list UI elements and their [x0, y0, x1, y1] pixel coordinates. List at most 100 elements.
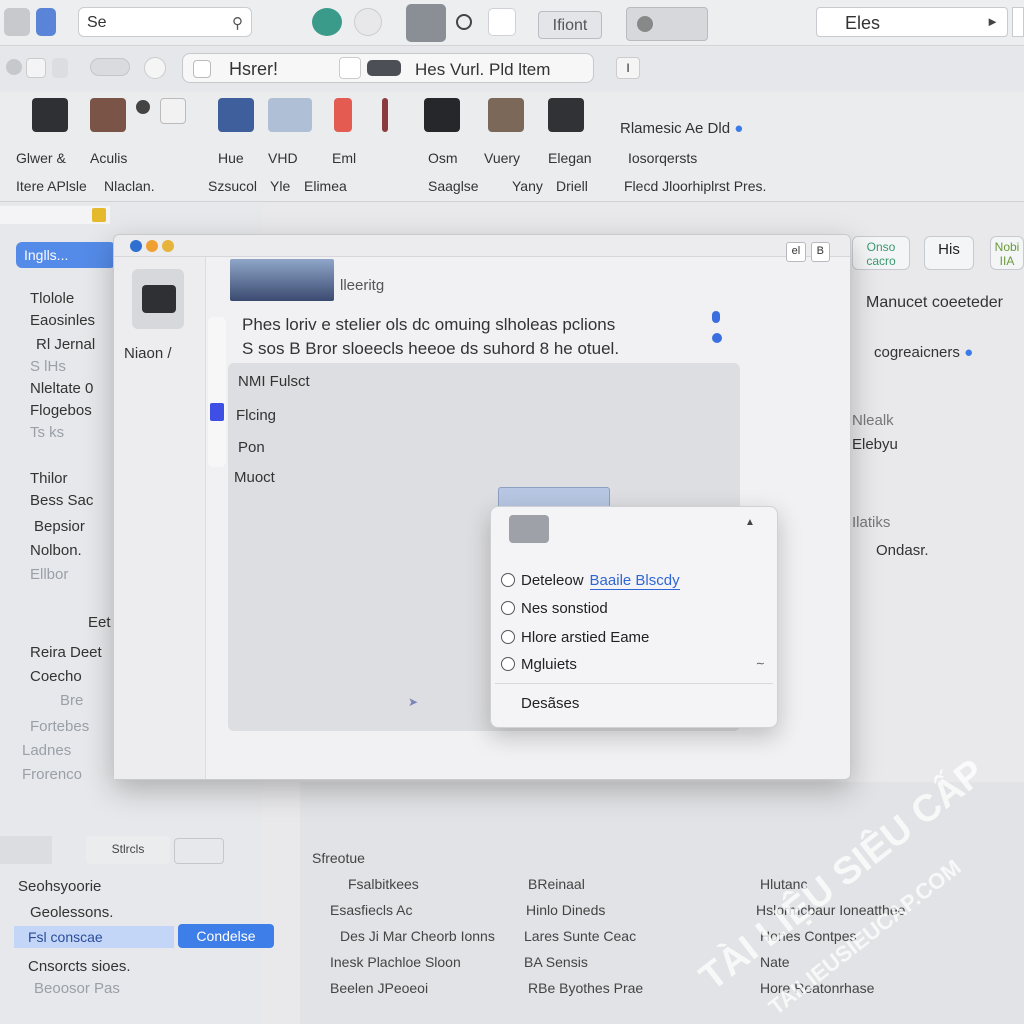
- popover-link[interactable]: Baaile Blscdy: [589, 572, 680, 590]
- folder-icon[interactable]: [218, 98, 254, 132]
- sidebar-bottom-item[interactable]: Seohsyoorie: [18, 878, 101, 895]
- ribbon-sublabel-1: Itere APlsle: [16, 178, 87, 194]
- right-panel-item[interactable]: Ilatiks: [852, 514, 890, 531]
- device-icon[interactable]: [548, 98, 584, 132]
- sidebar-bottom-item[interactable]: Cnsorcts sioes.: [28, 958, 131, 975]
- popover-footer-item[interactable]: Desãses: [521, 695, 579, 712]
- right-panel-button-1[interactable]: Onso cacro: [852, 236, 910, 270]
- sidebar-item[interactable]: Reira Deet: [30, 644, 102, 661]
- bottom-cell[interactable]: Fsalbitkees: [348, 876, 419, 892]
- dialog-option-selected[interactable]: Flcing: [236, 407, 276, 424]
- white-app-icon[interactable]: [354, 8, 382, 36]
- person-icon: [637, 16, 653, 32]
- option-rail: [208, 317, 226, 467]
- dot-icon[interactable]: [136, 100, 150, 114]
- sidebar-item[interactable]: Eet: [88, 614, 111, 631]
- dialog-small-button-2[interactable]: B: [810, 242, 830, 262]
- right-panel-button-2[interactable]: His: [924, 236, 974, 270]
- sidebar-item[interactable]: Nleltate 0: [30, 380, 93, 397]
- window-icon[interactable]: [488, 8, 516, 36]
- search-input[interactable]: Se ⚲: [78, 7, 252, 37]
- sidebar-item[interactable]: Coecho: [30, 668, 82, 685]
- font-button[interactable]: Ifiont: [538, 11, 602, 39]
- popover-item[interactable]: Mgluiets: [501, 656, 577, 673]
- flag-icon[interactable]: [334, 98, 352, 132]
- bottom-cell[interactable]: Des Ji Mar Cheorb Ionns: [340, 928, 495, 944]
- sidebar-bottom-tab[interactable]: Stlrcls: [86, 836, 170, 864]
- ribbon-right-sub1: Iosorqersts: [628, 150, 698, 166]
- bottom-cell[interactable]: Lares Sunte Ceac: [524, 928, 636, 944]
- sidebar-item-selected[interactable]: Inglls...: [16, 242, 116, 268]
- toggle-icon[interactable]: [90, 58, 130, 76]
- user-avatar-icon[interactable]: [406, 4, 446, 42]
- pin-icon[interactable]: [382, 98, 388, 132]
- eject-icon[interactable]: ▲: [745, 517, 755, 528]
- shield-icon[interactable]: [144, 57, 166, 79]
- window-zoom-icon[interactable]: [162, 240, 174, 252]
- sidebar-item[interactable]: Bess Sac: [30, 492, 93, 509]
- back-icon[interactable]: [4, 8, 30, 36]
- ribbon-label-5: Eml: [332, 150, 357, 166]
- sidebar-bottom-selected[interactable]: Condelse: [178, 924, 274, 948]
- sidebar-item[interactable]: Ts ks: [30, 424, 64, 441]
- bottom-cell[interactable]: Hinlo Dineds: [526, 902, 605, 918]
- chart-icon[interactable]: [268, 98, 312, 132]
- sidebar-item[interactable]: Rl Jernal: [36, 336, 95, 353]
- dialog-option[interactable]: NMI Fulsct: [238, 373, 310, 390]
- sidebar-item[interactable]: Flogebos: [30, 402, 92, 419]
- sidebar-bottom-item[interactable]: Geolessons.: [30, 904, 113, 921]
- face-icon[interactable]: [456, 14, 472, 30]
- right-panel-item[interactable]: Elebyu: [852, 436, 898, 453]
- sidebar-item[interactable]: Frorenco: [22, 766, 82, 783]
- extra-button[interactable]: I: [616, 57, 640, 79]
- teal-app-icon[interactable]: [312, 8, 342, 36]
- box-icon[interactable]: [488, 98, 524, 132]
- bag-icon[interactable]: [90, 98, 126, 132]
- right-panel-button-3[interactable]: Nobi IIA: [990, 236, 1024, 270]
- profile-button[interactable]: [626, 7, 708, 41]
- bottom-cell[interactable]: RBe Byothes Prae: [528, 980, 643, 996]
- sidebar-item[interactable]: Nolbon.: [30, 542, 82, 559]
- sidebar-item[interactable]: Ellbor: [30, 566, 68, 583]
- sidebar-bottom-toggle[interactable]: [174, 838, 224, 864]
- ribbon-sublabel-3: Szsucol: [208, 178, 258, 194]
- bottom-cell[interactable]: BA Sensis: [524, 954, 588, 970]
- popover-item[interactable]: Deteleow Baaile Blscdy: [501, 572, 680, 590]
- window-close-icon[interactable]: [130, 240, 142, 252]
- square-icon[interactable]: [26, 58, 46, 78]
- sidebar-item[interactable]: Tlolole: [30, 290, 74, 307]
- popover-item[interactable]: Hlore arstied Eame: [501, 629, 649, 646]
- dialog-option[interactable]: Muoct: [234, 469, 275, 486]
- sidebar-item[interactable]: Fortebes: [30, 718, 89, 735]
- bottom-cell[interactable]: BReinaal: [528, 876, 585, 892]
- check-icon[interactable]: [160, 98, 186, 124]
- bottom-cell[interactable]: Esasfiecls Ac: [330, 902, 412, 918]
- camera-icon[interactable]: [32, 98, 68, 132]
- window-minimize-icon[interactable]: [146, 240, 158, 252]
- sidebar-item[interactable]: Bepsior: [34, 518, 85, 535]
- sidebar-item[interactable]: Bre: [60, 692, 83, 709]
- dialog-sidebar-tile[interactable]: [132, 269, 184, 329]
- right-panel-item[interactable]: Nlealk: [852, 412, 894, 429]
- sidebar-item[interactable]: S lHs: [30, 358, 66, 375]
- bottom-cell[interactable]: Beelen JPeoeoi: [330, 980, 428, 996]
- popover-menu: ▲ Deteleow Baaile Blscdy Nes sonstiod Hlo…: [490, 506, 778, 728]
- sidebar-item[interactable]: Ladnes: [22, 742, 71, 759]
- sidebar-bottom-highlight[interactable]: Fsl conscae: [14, 926, 174, 948]
- right-panel-item[interactable]: Ondasr.: [876, 542, 929, 559]
- tab-active[interactable]: Hsrer! Hes Vurl. Pld ltem: [182, 53, 594, 83]
- bottom-cell[interactable]: Inesk Plachloe Sloon: [330, 954, 461, 970]
- sidebar-item[interactable]: Eaosinles: [30, 312, 95, 329]
- sidebar-bottom-left-tab[interactable]: [0, 836, 52, 864]
- small-circle-icon[interactable]: [6, 59, 22, 75]
- dialog-small-button-1[interactable]: el: [785, 242, 807, 262]
- printer-icon[interactable]: [424, 98, 460, 132]
- small-square-icon[interactable]: [52, 58, 68, 78]
- chevron-icon[interactable]: ∼: [756, 657, 765, 670]
- sidebar-bottom-item[interactable]: Beoosor Pas: [34, 980, 120, 997]
- right-search-field[interactable]: Eles ►: [816, 7, 1008, 37]
- sidebar-item[interactable]: Thilor: [30, 470, 68, 487]
- dialog-option[interactable]: Pon: [238, 439, 265, 456]
- popover-item[interactable]: Nes sonstiod: [501, 600, 608, 617]
- sidebar-toggle-icon[interactable]: [36, 8, 56, 36]
